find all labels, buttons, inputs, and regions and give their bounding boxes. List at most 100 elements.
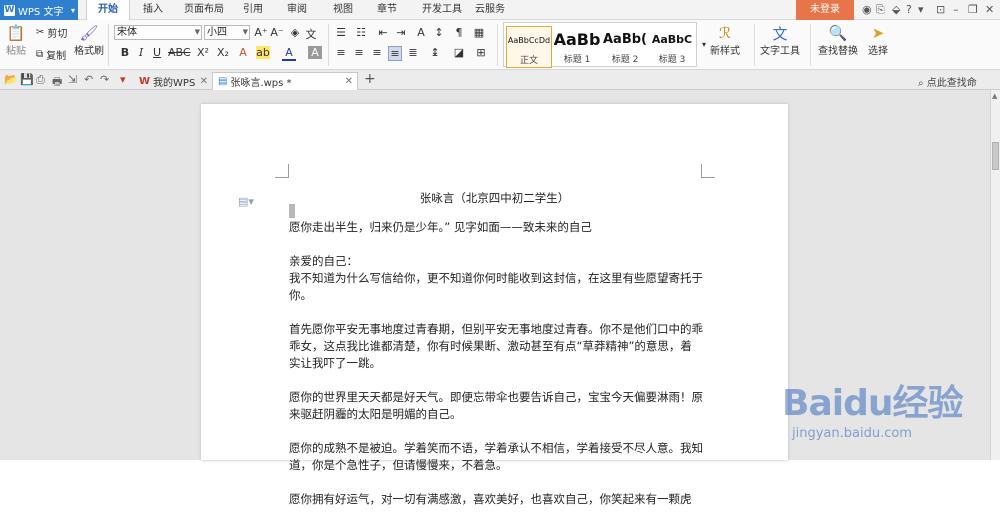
app-menu-button[interactable]: W WPS 文字 ▾ <box>0 0 78 20</box>
borders-icon[interactable]: ⊞ <box>474 46 488 59</box>
style-gallery-more-icon[interactable]: ▾ <box>697 40 711 49</box>
align-center-icon[interactable]: ≡ <box>352 46 366 59</box>
paragraph[interactable]: 首先愿你平安无事地度过青春期，但别平安无事地度过青春。你不是他们口中的乖乖女，这… <box>289 321 703 372</box>
char-shading-icon[interactable]: A <box>308 46 322 59</box>
show-marks-icon[interactable]: ¶ <box>452 26 466 39</box>
restore-icon[interactable]: ❐ <box>968 3 978 16</box>
help-icon[interactable]: ? <box>906 3 912 16</box>
font-size-select[interactable]: 小四 ▼ <box>204 25 250 40</box>
copy-icon: ⧉ <box>36 49 44 60</box>
increase-indent-icon[interactable]: ⇥ <box>394 26 408 39</box>
bullets-icon[interactable]: ☰ <box>334 26 348 39</box>
share-icon[interactable]: ⎘ <box>876 3 885 17</box>
close-icon[interactable]: ✕ <box>985 3 994 16</box>
tab-references[interactable]: 引用 <box>236 0 270 20</box>
tab-developer[interactable]: 开发工具 <box>414 0 470 20</box>
tab-home[interactable]: 开始 <box>86 0 130 21</box>
export-pdf-icon[interactable]: ⇲ <box>68 73 77 86</box>
style-heading-1[interactable]: AaBb 标题 1 <box>554 26 600 68</box>
new-style-label: 新样式 <box>710 46 740 57</box>
strikethrough-icon[interactable]: ABC <box>168 46 191 59</box>
copy-button[interactable]: ⧉ 复制 <box>36 47 66 62</box>
sort-icon[interactable]: ↕ <box>432 26 446 39</box>
tab-document[interactable]: ▤ 张咏言.wps * ✕ <box>212 72 358 90</box>
italic-icon[interactable]: I <box>134 46 148 59</box>
style-heading-3[interactable]: AaBbC 标题 3 <box>650 26 694 68</box>
login-button[interactable]: 未登录 <box>796 0 854 20</box>
bold-icon[interactable]: B <box>118 46 132 59</box>
cut-button[interactable]: ✂ 剪切 <box>36 25 67 40</box>
align-right-icon[interactable]: ≡ <box>370 46 384 59</box>
line-spacing-icon[interactable]: ↨ <box>428 46 442 59</box>
tab-chapter[interactable]: 章节 <box>370 0 404 20</box>
find-replace-button[interactable]: 🔍 查找替换 <box>818 24 858 57</box>
paragraph[interactable]: 亲爱的自己： 我不知道为什么写信给你，更不知道你何时能收到这封信，在这里有些愿望… <box>289 253 703 304</box>
save-icon[interactable]: 💾 <box>20 73 34 86</box>
document-page[interactable]: 张咏言（北京四中初二学生） 愿你走出半生，归来仍是少年。” 见字如面——致未来的… <box>201 104 788 506</box>
text-tools-label: 文字工具 <box>760 46 800 57</box>
shading-icon[interactable]: ◪ <box>452 46 466 59</box>
font-name-select[interactable]: 宋体 ▼ <box>114 25 202 40</box>
chinese-layout-icon[interactable]: A <box>414 26 428 39</box>
command-search[interactable]: ⌕ 点此查找命 <box>918 74 977 89</box>
redo-icon[interactable]: ↷ <box>100 73 109 86</box>
tab-my-wps[interactable]: W 我的WPS ✕ <box>134 72 212 90</box>
pinyin-icon[interactable]: 文 <box>304 26 318 42</box>
scroll-up-icon[interactable]: ▲ <box>992 92 997 100</box>
shrink-font-icon[interactable]: A⁻ <box>270 26 284 39</box>
style-normal[interactable]: AaBbCcDd 正文 <box>506 26 552 68</box>
font-size-value: 小四 <box>207 27 227 38</box>
customize-icon[interactable]: ▾ <box>120 73 126 86</box>
minimize-icon[interactable]: – <box>953 3 959 16</box>
options-icon[interactable]: ⬙ <box>892 3 900 16</box>
cut-label: 剪切 <box>47 29 68 40</box>
font-color-icon[interactable]: A <box>282 46 296 61</box>
format-painter-button[interactable]: 🖌 格式刷 <box>74 24 104 57</box>
highlight-icon[interactable]: ab <box>256 46 270 59</box>
select-button[interactable]: ➤ 选择 <box>868 24 888 57</box>
open-icon[interactable]: 📂 <box>4 73 18 86</box>
style-heading-2[interactable]: AaBb( 标题 2 <box>602 26 648 68</box>
new-style-button[interactable]: ℛ 新样式 <box>710 24 740 57</box>
close-icon[interactable]: ✕ <box>200 76 208 87</box>
tab-review[interactable]: 审阅 <box>280 0 314 20</box>
print-preview-icon[interactable]: ⎙ <box>36 73 45 87</box>
paragraph[interactable]: 愿你拥有好运气，对一切有满感激，喜欢美好，也喜欢自己，你笑起来有一颗虎 <box>289 491 703 508</box>
paragraph[interactable]: 愿你的成熟不是被迫。学着笑而不语，学着承认不相信，学着接受不尽人意。我知道，你是… <box>289 440 703 474</box>
fullscreen-icon[interactable]: ⊡ <box>936 3 945 16</box>
superscript-icon[interactable]: X² <box>196 46 210 59</box>
distribute-icon[interactable]: ≣ <box>406 46 420 59</box>
tab-insert[interactable]: 插入 <box>136 0 170 20</box>
divider <box>328 24 329 66</box>
decrease-indent-icon[interactable]: ⇤ <box>376 26 390 39</box>
paragraph[interactable]: 愿你走出半生，归来仍是少年。” 见字如面——致未来的自己 <box>289 219 703 236</box>
clear-format-icon[interactable]: ◈ <box>288 26 302 39</box>
align-left-icon[interactable]: ≡ <box>334 46 348 59</box>
tab-label: 张咏言.wps * <box>230 78 292 89</box>
select-label: 选择 <box>868 46 888 57</box>
undo-icon[interactable]: ↶ <box>84 73 93 86</box>
paragraph-layout-icon[interactable]: ▤▾ <box>238 195 254 208</box>
tab-page-layout[interactable]: 页面布局 <box>176 0 232 20</box>
new-style-icon: ℛ <box>719 24 731 42</box>
underline-icon[interactable]: U <box>150 46 164 59</box>
tab-cloud[interactable]: 云服务 <box>470 0 510 20</box>
grow-font-icon[interactable]: A⁺ <box>254 26 268 39</box>
text-tools-button[interactable]: 文 文字工具 <box>760 24 800 58</box>
text-effect-icon[interactable]: A <box>236 46 250 59</box>
subscript-icon[interactable]: X₂ <box>216 46 230 59</box>
justify-icon[interactable]: ≡ <box>388 46 402 61</box>
numbering-icon[interactable]: ☷ <box>354 26 368 39</box>
document-body[interactable]: 愿你走出半生，归来仍是少年。” 见字如面——致未来的自己 亲爱的自己： 我不知道… <box>289 219 703 525</box>
new-tab-icon[interactable]: + <box>364 71 376 87</box>
chevron-down-icon[interactable]: ▾ <box>918 3 924 16</box>
paste-button[interactable]: 📋 粘贴 <box>6 24 26 57</box>
skin-icon[interactable]: ◉ <box>862 3 872 16</box>
document-title[interactable]: 张咏言（北京四中初二学生） <box>201 190 788 206</box>
find-replace-label: 查找替换 <box>818 46 858 57</box>
table-icon[interactable]: ▦ <box>472 26 486 39</box>
close-icon[interactable]: ✕ <box>345 76 353 87</box>
scrollbar-thumb[interactable] <box>992 142 999 170</box>
tab-view[interactable]: 视图 <box>326 0 360 20</box>
paragraph[interactable]: 愿你的世界里天天都是好天气。即便忘带伞也要告诉自己，宝宝今天偏要淋雨！原来驱赶阴… <box>289 389 703 423</box>
